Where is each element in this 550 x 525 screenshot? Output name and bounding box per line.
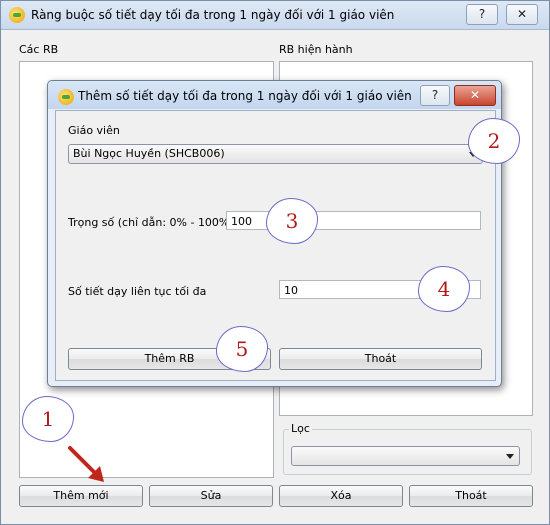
- add-new-button[interactable]: Thêm mới: [19, 485, 143, 507]
- annotation-5: 5: [216, 326, 268, 372]
- pointer-arrow-icon: [68, 446, 104, 482]
- annotation-4: 4: [418, 266, 470, 312]
- dialog-title: Thêm số tiết dạy tối đa trong 1 ngày đối…: [78, 89, 412, 103]
- right-list-label: RB hiện hành: [279, 43, 353, 56]
- edit-button[interactable]: Sửa: [149, 485, 273, 507]
- teacher-dropdown[interactable]: Bùi Ngọc Huyền (SHCB006): [68, 144, 483, 164]
- weight-label: Trọng số (chỉ dẫn: 0% - 100%): [68, 216, 234, 229]
- dialog-close-button[interactable]: ✕: [454, 85, 496, 106]
- exit-button[interactable]: Thoát: [409, 485, 533, 507]
- dialog-app-icon: [58, 89, 74, 105]
- annotation-2: 2: [468, 118, 520, 164]
- chevron-down-icon: [506, 454, 514, 459]
- annotation-1: 1: [22, 396, 74, 442]
- title-bar: Ràng buộc số tiết dạy tối đa trong 1 ngà…: [1, 1, 549, 30]
- filter-label: Lọc: [289, 422, 312, 435]
- dialog-help-button[interactable]: ?: [420, 85, 450, 106]
- dialog-body: Giáo viên Bùi Ngọc Huyền (SHCB006) Trọng…: [55, 110, 496, 381]
- window-title: Ràng buộc số tiết dạy tối đa trong 1 ngà…: [31, 8, 395, 22]
- dialog-title-bar: Thêm số tiết dạy tối đa trong 1 ngày đối…: [48, 81, 501, 109]
- close-button[interactable]: ✕: [506, 4, 538, 25]
- dialog-exit-button[interactable]: Thoát: [279, 348, 482, 370]
- filter-dropdown[interactable]: [291, 446, 520, 466]
- delete-button[interactable]: Xóa: [279, 485, 403, 507]
- help-button[interactable]: ?: [466, 4, 498, 25]
- app-icon: [9, 7, 25, 23]
- left-list-label: Các RB: [19, 43, 59, 56]
- annotation-3: 3: [266, 198, 318, 244]
- teacher-label: Giáo viên: [68, 124, 120, 137]
- weight-input[interactable]: 100: [226, 211, 481, 230]
- teacher-value: Bùi Ngọc Huyền (SHCB006): [73, 147, 225, 160]
- consecutive-label: Số tiết dạy liên tục tối đa: [68, 285, 207, 298]
